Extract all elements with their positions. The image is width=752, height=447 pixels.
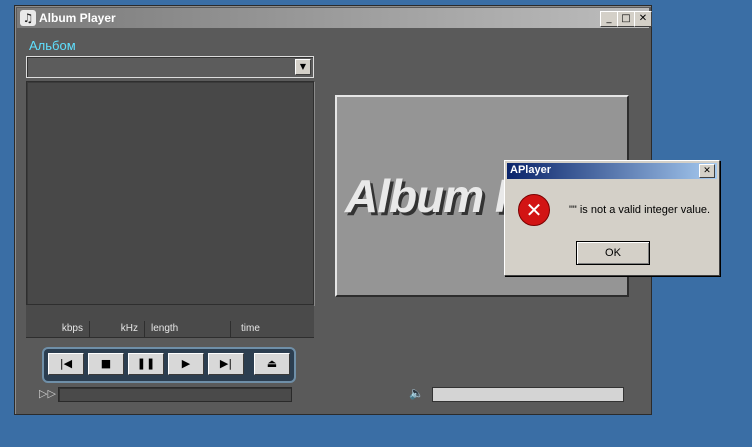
close-button[interactable]: ✕ xyxy=(634,11,652,27)
stop-button[interactable]: ■ xyxy=(88,353,124,375)
length-column: length xyxy=(145,321,231,337)
album-select[interactable]: ▼ xyxy=(26,56,314,78)
maximize-button[interactable]: □ xyxy=(617,11,635,27)
play-button[interactable]: ▶ xyxy=(168,353,204,375)
music-note-icon[interactable]: ♫ xyxy=(20,10,36,26)
speaker-icon[interactable]: 🔈 xyxy=(409,386,424,400)
minimize-button[interactable]: _ xyxy=(600,11,618,27)
track-list[interactable] xyxy=(26,81,314,305)
dialog-message: "" is not a valid integer value. xyxy=(569,204,711,216)
error-icon: ✕ xyxy=(518,194,550,226)
error-dialog: APlayer ✕ ✕ "" is not a valid integer va… xyxy=(504,160,720,276)
window-title: Album Player xyxy=(39,11,116,25)
fast-forward-icon: ▷▷ xyxy=(39,387,56,400)
position-slider[interactable] xyxy=(58,387,292,402)
kbps-column: kbps xyxy=(26,321,90,337)
khz-column: kHz xyxy=(90,321,145,337)
pause-button[interactable]: ❚❚ xyxy=(128,353,164,375)
time-column: time xyxy=(241,323,260,334)
dialog-title: APlayer xyxy=(510,164,551,176)
title-bar[interactable]: ♫ Album Player _ □ ✕ xyxy=(17,8,652,28)
ok-button[interactable]: OK xyxy=(576,241,650,265)
chevron-down-icon[interactable]: ▼ xyxy=(295,59,311,75)
volume-slider[interactable] xyxy=(432,387,624,402)
dialog-close-button[interactable]: ✕ xyxy=(699,164,715,178)
dialog-title-bar[interactable]: APlayer ✕ xyxy=(507,163,717,179)
track-info-row xyxy=(26,304,314,322)
track-status-row: kbps kHz length time xyxy=(26,321,314,338)
album-label: Альбом xyxy=(29,38,76,53)
eject-button[interactable]: ⏏ xyxy=(254,353,290,375)
next-button[interactable]: ▶| xyxy=(208,353,244,375)
transport-controls: |◀ ■ ❚❚ ▶ ▶| ⏏ xyxy=(42,347,296,383)
previous-button[interactable]: |◀ xyxy=(48,353,84,375)
